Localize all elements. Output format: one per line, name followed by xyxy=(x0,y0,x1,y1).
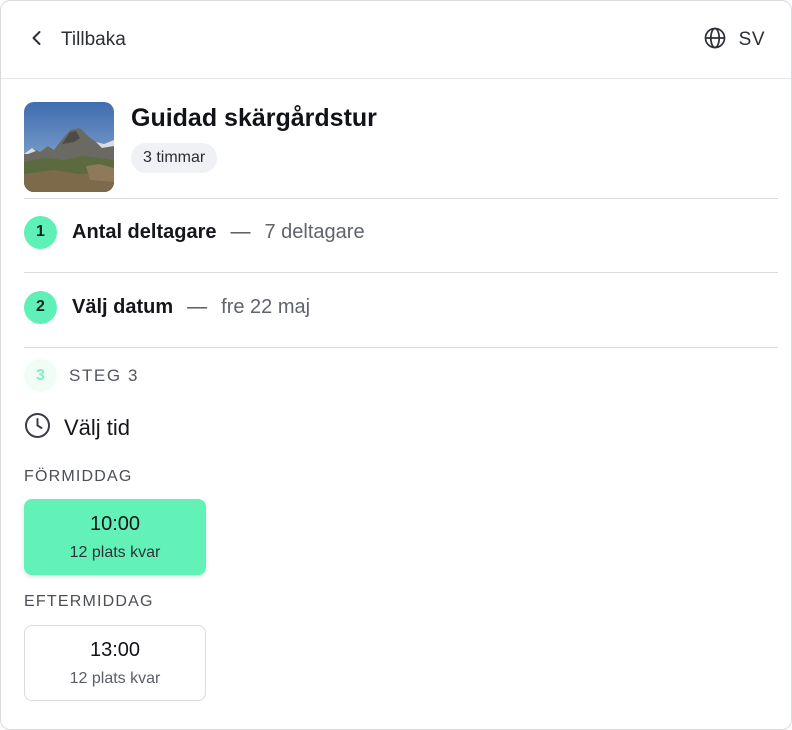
product-title: Guidad skärgårdstur xyxy=(131,104,377,132)
step-number-badge: 3 xyxy=(24,359,57,392)
step-label: STEG 3 xyxy=(69,365,140,385)
divider xyxy=(24,272,778,273)
afternoon-label: EFTERMIDDAG xyxy=(24,593,154,610)
step-separator: — xyxy=(230,220,251,243)
divider xyxy=(24,198,778,199)
slot-availability: 12 plats kvar xyxy=(69,669,161,687)
step-label: Välj datum xyxy=(72,295,174,318)
step-value: fre 22 maj xyxy=(221,295,311,318)
duration-badge: 3 timmar xyxy=(131,143,218,173)
time-slot-1300[interactable]: 13:00 12 plats kvar xyxy=(24,625,206,701)
step-participants[interactable]: 1 Antal deltagare — 7 deltagare xyxy=(24,215,778,249)
language-label: SV xyxy=(738,29,765,50)
globe-icon xyxy=(703,26,727,55)
step-number-badge: 2 xyxy=(24,290,57,324)
slot-availability: 12 plats kvar xyxy=(69,543,161,561)
slot-time: 10:00 xyxy=(89,512,141,535)
step-value: 7 deltagare xyxy=(264,220,365,243)
language-selector[interactable]: SV xyxy=(703,25,765,55)
step-time-header: 3 STEG 3 xyxy=(24,359,139,392)
step-label: Antal deltagare xyxy=(72,220,217,243)
step-number-badge: 1 xyxy=(24,215,57,249)
time-slot-1000[interactable]: 10:00 12 plats kvar xyxy=(24,499,206,575)
booking-panel: Tillbaka SV Guidad skärgårdstur 3 timmar… xyxy=(0,0,792,730)
chevron-left-icon xyxy=(27,28,47,53)
divider xyxy=(24,347,778,348)
clock-icon xyxy=(24,412,51,444)
product-image xyxy=(24,102,114,192)
time-picker-heading: Välj tid xyxy=(24,412,130,444)
morning-label: FÖRMIDDAG xyxy=(24,468,133,485)
back-button[interactable]: Tillbaka xyxy=(27,25,126,55)
top-bar: Tillbaka SV xyxy=(1,1,791,79)
time-picker-title: Välj tid xyxy=(64,415,131,440)
step-separator: — xyxy=(187,295,208,318)
slot-time: 13:00 xyxy=(89,638,141,661)
product-summary: Guidad skärgårdstur 3 timmar xyxy=(24,102,784,194)
back-label: Tillbaka xyxy=(61,29,126,50)
step-date[interactable]: 2 Välj datum — fre 22 maj xyxy=(24,290,778,324)
